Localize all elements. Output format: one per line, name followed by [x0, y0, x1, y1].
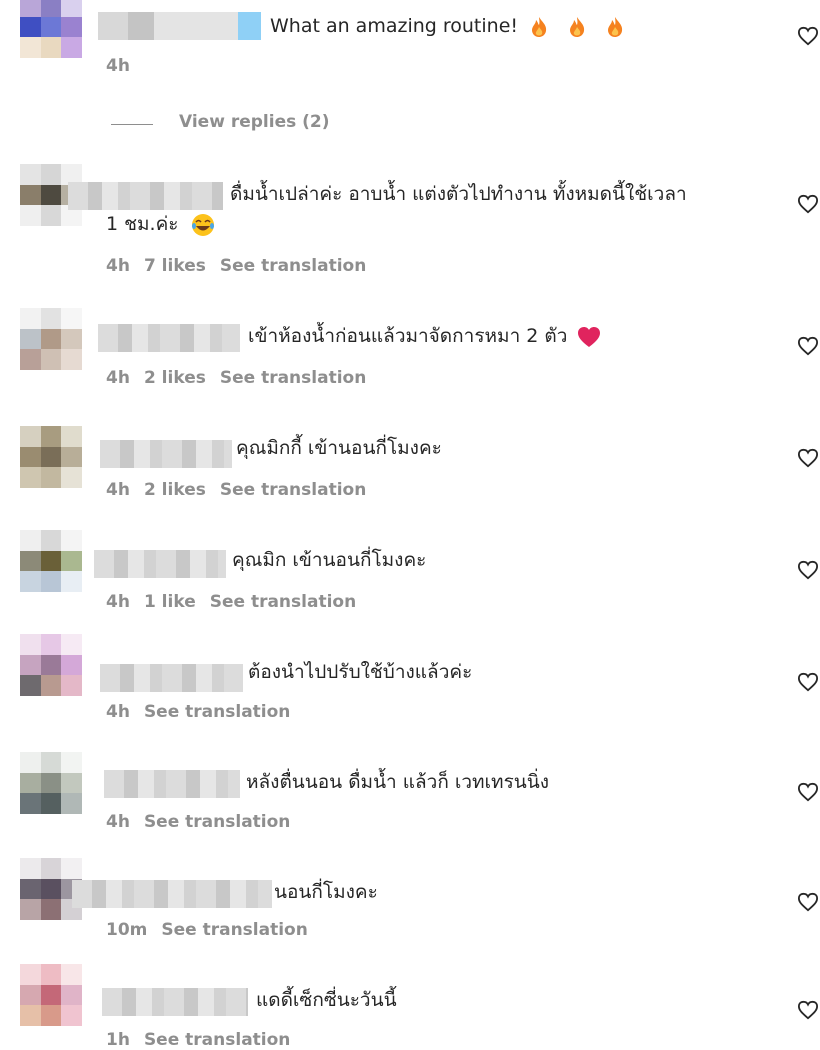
username-redacted[interactable] — [100, 664, 243, 692]
comment-meta: 4h See translation — [106, 702, 304, 722]
comment-text: นอนกี่โมงคะ — [274, 881, 378, 903]
comment-meta: 1h See translation — [106, 1030, 304, 1050]
like-count[interactable]: 2 likes — [144, 368, 206, 388]
divider — [111, 124, 153, 125]
avatar[interactable] — [20, 530, 82, 592]
username-redacted[interactable] — [98, 324, 240, 352]
comment-meta: 4h — [106, 56, 144, 76]
username-redacted[interactable] — [104, 770, 240, 798]
comment-text: คุณมิกกี้ เข้านอนกี่โมงคะ — [236, 437, 442, 459]
heart-outline-icon[interactable] — [797, 448, 819, 468]
heart-outline-icon[interactable] — [797, 26, 819, 46]
comment-meta: 4h See translation — [106, 812, 304, 832]
comment-text-line2: 1 ชม.ค่ะ — [106, 208, 215, 240]
see-translation-link[interactable]: See translation — [220, 256, 366, 276]
username-redacted[interactable] — [102, 988, 248, 1016]
red-heart-emoji-icon — [578, 326, 601, 347]
comment-meta: 10m See translation — [106, 920, 322, 940]
avatar[interactable] — [20, 752, 82, 814]
like-count[interactable]: 7 likes — [144, 256, 206, 276]
username-redacted[interactable] — [72, 880, 272, 908]
username-redacted[interactable] — [68, 182, 223, 210]
see-translation-link[interactable]: See translation — [161, 920, 307, 940]
see-translation-link[interactable]: See translation — [144, 702, 290, 722]
see-translation-link[interactable]: See translation — [220, 368, 366, 388]
heart-outline-icon[interactable] — [797, 336, 819, 356]
comment-time: 4h — [106, 368, 130, 388]
fire-emoji-icon — [532, 16, 547, 37]
username-redacted[interactable] — [100, 440, 232, 468]
like-count[interactable]: 2 likes — [144, 480, 206, 500]
comment-text: ต้องนำไปปรับใช้บ้างแล้วค่ะ — [248, 661, 473, 683]
comment-time: 4h — [106, 812, 130, 832]
username-redacted[interactable] — [94, 550, 226, 578]
comment-text: What an amazing routine! — [270, 10, 624, 42]
fire-emoji-icon — [570, 16, 585, 37]
heart-outline-icon[interactable] — [797, 194, 819, 214]
comment-time: 4h — [106, 592, 130, 612]
avatar[interactable] — [20, 308, 82, 370]
see-translation-link[interactable]: See translation — [210, 592, 356, 612]
see-translation-link[interactable]: See translation — [220, 480, 366, 500]
comment-time: 4h — [106, 256, 130, 276]
fire-emoji-icon — [608, 16, 623, 37]
username-redacted[interactable] — [98, 12, 261, 40]
avatar[interactable] — [20, 426, 82, 488]
comment-meta: 4h 2 likes See translation — [106, 368, 380, 388]
comment-text: คุณมิก เข้านอนกี่โมงคะ — [232, 549, 427, 571]
comment-text: เข้าห้องน้ำก่อนแล้วมาจัดการหมา 2 ตัว — [248, 320, 601, 352]
comment-meta: 4h 2 likes See translation — [106, 480, 380, 500]
comment-meta: 4h 7 likes See translation — [106, 256, 380, 276]
see-translation-link[interactable]: See translation — [144, 812, 290, 832]
comment-time: 1h — [106, 1030, 130, 1050]
comment-text: แดดี้เซ็กซี่นะวันนี้ — [256, 989, 397, 1011]
see-translation-link[interactable]: See translation — [144, 1030, 290, 1050]
heart-outline-icon[interactable] — [797, 672, 819, 692]
heart-outline-icon[interactable] — [797, 560, 819, 580]
comment-time: 4h — [106, 702, 130, 722]
heart-outline-icon[interactable] — [797, 1000, 819, 1020]
comment-time: 4h — [106, 56, 130, 76]
comment-meta: 4h 1 like See translation — [106, 592, 370, 612]
heart-outline-icon[interactable] — [797, 782, 819, 802]
comment-time: 4h — [106, 480, 130, 500]
comment-time: 10m — [106, 920, 148, 940]
view-replies-label: View replies (2) — [179, 112, 330, 132]
comment-text: หลังตื่นนอน ดื่มน้ำ แล้วก็ เวทเทรนนิ่ง — [246, 771, 550, 793]
laughing-emoji-icon — [191, 213, 214, 236]
avatar[interactable] — [20, 964, 82, 1026]
heart-outline-icon[interactable] — [797, 892, 819, 912]
like-count[interactable]: 1 like — [144, 592, 196, 612]
avatar[interactable] — [20, 0, 82, 58]
avatar[interactable] — [20, 634, 82, 696]
comment-text: ดื่มน้ำเปล่าค่ะ อาบน้ำ แต่งตัวไปทำงาน ทั… — [230, 183, 687, 205]
